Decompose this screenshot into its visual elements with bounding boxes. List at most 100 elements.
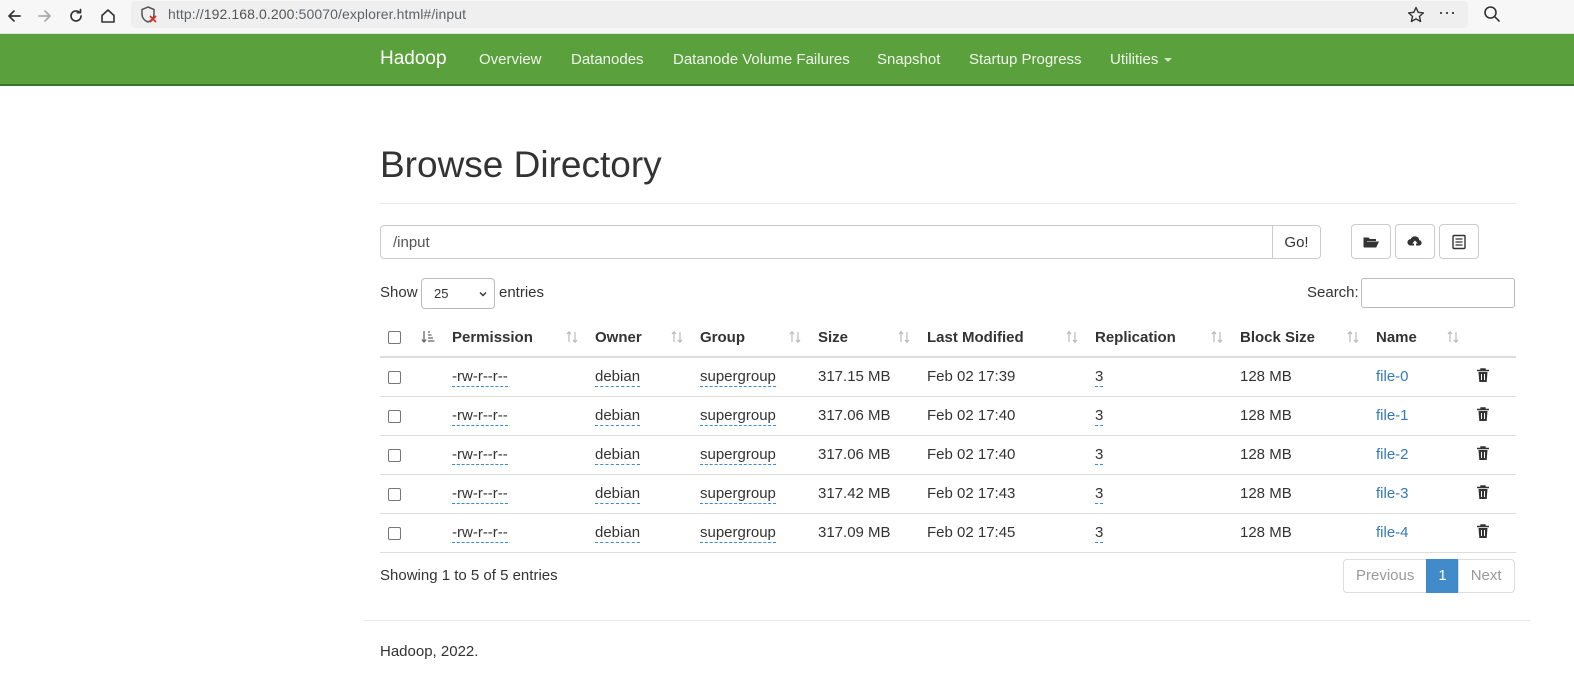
trash-icon[interactable] bbox=[1476, 523, 1490, 539]
permission-cell[interactable]: -rw-r--r-- bbox=[452, 368, 508, 387]
nav-datanode-volume-failures[interactable]: Datanode Volume Failures bbox=[673, 51, 850, 68]
pagination: Previous 1 Next bbox=[1343, 559, 1515, 593]
directory-path-input[interactable] bbox=[380, 225, 1273, 259]
last-modified-cell: Feb 02 17:43 bbox=[927, 485, 1016, 502]
sort-both-icon[interactable] bbox=[787, 329, 803, 345]
header-group[interactable]: Group bbox=[700, 329, 745, 346]
file-name-link[interactable]: file-0 bbox=[1376, 368, 1409, 385]
table-header-row: Permission Owner Group Size Last Modifie… bbox=[380, 318, 1516, 358]
permission-cell[interactable]: -rw-r--r-- bbox=[452, 524, 508, 543]
row-checkbox[interactable] bbox=[388, 449, 401, 462]
file-name-link[interactable]: file-3 bbox=[1376, 485, 1409, 502]
table-info: Showing 1 to 5 of 5 entries bbox=[380, 567, 558, 584]
cut-paste-button[interactable] bbox=[1439, 224, 1479, 259]
owner-cell[interactable]: debian bbox=[595, 407, 641, 426]
list-icon bbox=[1452, 234, 1466, 249]
replication-cell[interactable]: 3 bbox=[1095, 485, 1104, 504]
previous-page-button[interactable]: Previous bbox=[1343, 559, 1428, 593]
sort-both-icon[interactable] bbox=[1345, 329, 1361, 345]
home-icon[interactable] bbox=[95, 3, 121, 29]
owner-cell[interactable]: debian bbox=[595, 368, 641, 387]
file-name-link[interactable]: file-2 bbox=[1376, 446, 1409, 463]
permission-cell[interactable]: -rw-r--r-- bbox=[452, 407, 508, 426]
not-secure-shield-icon[interactable] bbox=[139, 5, 159, 25]
nav-utilities-dropdown[interactable]: Utilities bbox=[1110, 51, 1173, 68]
page-1-button[interactable]: 1 bbox=[1426, 559, 1459, 593]
replication-cell[interactable]: 3 bbox=[1095, 446, 1104, 465]
sort-both-icon[interactable] bbox=[896, 329, 912, 345]
nav-datanodes[interactable]: Datanodes bbox=[571, 51, 644, 68]
sort-both-icon[interactable] bbox=[564, 329, 580, 345]
more-options-icon[interactable]: ··· bbox=[1436, 3, 1458, 25]
table-row: -rw-r--r-- debian supergroup 317.15 MB F… bbox=[380, 358, 1516, 397]
next-page-button[interactable]: Next bbox=[1457, 559, 1515, 593]
trash-icon[interactable] bbox=[1476, 445, 1490, 461]
owner-cell[interactable]: debian bbox=[595, 524, 641, 543]
show-label: Show bbox=[380, 284, 418, 301]
last-modified-cell: Feb 02 17:40 bbox=[927, 407, 1016, 424]
replication-cell[interactable]: 3 bbox=[1095, 368, 1104, 387]
size-cell: 317.09 MB bbox=[818, 524, 891, 541]
table-row: -rw-r--r-- debian supergroup 317.06 MB F… bbox=[380, 436, 1516, 475]
trash-icon[interactable] bbox=[1476, 406, 1490, 422]
permission-cell[interactable]: -rw-r--r-- bbox=[452, 485, 508, 504]
header-block-size[interactable]: Block Size bbox=[1240, 329, 1315, 346]
size-cell: 317.15 MB bbox=[818, 368, 891, 385]
bookmark-star-icon[interactable] bbox=[1406, 5, 1426, 25]
page-size-value: 25 bbox=[434, 286, 449, 301]
cloud-upload-icon bbox=[1407, 235, 1422, 247]
go-button[interactable]: Go! bbox=[1272, 225, 1321, 259]
group-cell[interactable]: supergroup bbox=[700, 524, 776, 543]
url-text: http://192.168.0.200:50070/explorer.html… bbox=[168, 6, 467, 22]
permission-cell[interactable]: -rw-r--r-- bbox=[452, 446, 508, 465]
trash-icon[interactable] bbox=[1476, 484, 1490, 500]
address-bar[interactable]: http://192.168.0.200:50070/explorer.html… bbox=[131, 1, 1468, 28]
row-checkbox[interactable] bbox=[388, 410, 401, 423]
back-icon[interactable] bbox=[1, 3, 27, 29]
header-owner[interactable]: Owner bbox=[595, 329, 642, 346]
block-size-cell: 128 MB bbox=[1240, 407, 1292, 424]
group-cell[interactable]: supergroup bbox=[700, 407, 776, 426]
row-checkbox[interactable] bbox=[388, 527, 401, 540]
sort-both-icon[interactable] bbox=[1064, 329, 1080, 345]
row-checkbox[interactable] bbox=[388, 371, 401, 384]
create-directory-button[interactable] bbox=[1351, 224, 1391, 259]
sort-both-icon[interactable] bbox=[669, 329, 685, 345]
nav-overview[interactable]: Overview bbox=[479, 51, 542, 68]
group-cell[interactable]: supergroup bbox=[700, 368, 776, 387]
trash-icon[interactable] bbox=[1476, 367, 1490, 383]
last-modified-cell: Feb 02 17:39 bbox=[927, 368, 1016, 385]
sort-both-icon[interactable] bbox=[1445, 329, 1461, 345]
header-name[interactable]: Name bbox=[1376, 329, 1417, 346]
group-cell[interactable]: supergroup bbox=[700, 446, 776, 465]
header-size[interactable]: Size bbox=[818, 329, 848, 346]
replication-cell[interactable]: 3 bbox=[1095, 524, 1104, 543]
size-cell: 317.42 MB bbox=[818, 485, 891, 502]
page-title: Browse Directory bbox=[380, 144, 662, 185]
file-name-link[interactable]: file-1 bbox=[1376, 407, 1409, 424]
header-last-modified[interactable]: Last Modified bbox=[927, 329, 1024, 346]
forward-icon[interactable] bbox=[32, 3, 58, 29]
nav-startup-progress[interactable]: Startup Progress bbox=[969, 51, 1082, 68]
folder-open-icon bbox=[1363, 237, 1379, 247]
owner-cell[interactable]: debian bbox=[595, 446, 641, 465]
group-cell[interactable]: supergroup bbox=[700, 485, 776, 504]
select-all-checkbox[interactable] bbox=[388, 331, 401, 344]
brand-link[interactable]: Hadoop bbox=[380, 48, 447, 70]
top-navbar: Hadoop Overview Datanodes Datanode Volum… bbox=[0, 34, 1574, 86]
header-permission[interactable]: Permission bbox=[452, 329, 533, 346]
reload-icon[interactable] bbox=[63, 3, 89, 29]
page-size-select[interactable]: 25 bbox=[421, 278, 495, 309]
sort-ascending-icon[interactable] bbox=[420, 329, 436, 345]
replication-cell[interactable]: 3 bbox=[1095, 407, 1104, 426]
nav-snapshot[interactable]: Snapshot bbox=[877, 51, 940, 68]
upload-file-button[interactable] bbox=[1395, 224, 1435, 259]
sort-both-icon[interactable] bbox=[1209, 329, 1225, 345]
file-name-link[interactable]: file-4 bbox=[1376, 524, 1409, 541]
caret-down-icon bbox=[1164, 58, 1173, 63]
row-checkbox[interactable] bbox=[388, 488, 401, 501]
search-icon[interactable] bbox=[1482, 4, 1502, 24]
owner-cell[interactable]: debian bbox=[595, 485, 641, 504]
header-replication[interactable]: Replication bbox=[1095, 329, 1176, 346]
table-search-input[interactable] bbox=[1361, 278, 1515, 308]
